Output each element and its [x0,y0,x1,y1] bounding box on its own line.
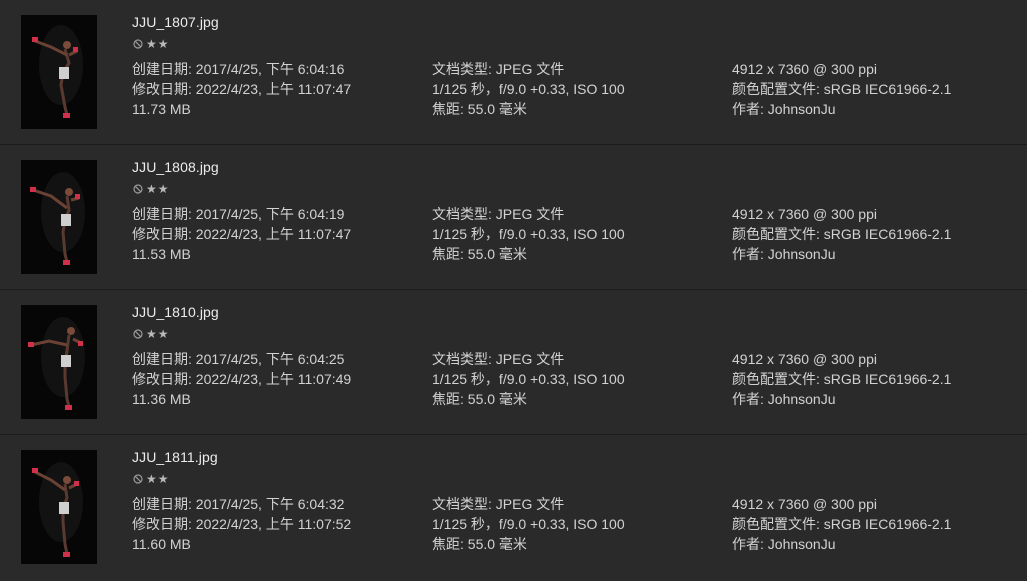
image-info-column: 4912 x 7360 @ 300 ppi 颜色配置文件: sRGB IEC61… [732,204,951,264]
rating[interactable]: ★ ★ [133,472,169,486]
document-type: 文档类型: JPEG 文件 [432,206,565,222]
modified-date: 修改日期: 2022/4/23, 上午 11:07:47 [132,81,352,97]
rating[interactable]: ★ ★ [133,37,169,51]
exposure-info: 1/125 秒，f/9.0 +0.33, ISO 100 [432,371,625,387]
photo-thumbnail-image [21,160,97,274]
color-profile: 颜色配置文件: sRGB IEC61966-2.1 [732,226,952,242]
document-type: 文档类型: JPEG 文件 [432,496,565,512]
dimensions: 4912 x 7360 @ 300 ppi [732,206,877,222]
photo-thumbnail-image [21,15,97,129]
file-info-column: 创建日期: 2017/4/25, 下午 6:04:32 修改日期: 2022/4… [132,494,351,554]
focal-length: 焦距: 55.0 毫米 [432,101,527,117]
star-icon[interactable]: ★ [158,328,169,340]
exif-column: 文档类型: JPEG 文件 1/125 秒，f/9.0 +0.33, ISO 1… [432,59,625,119]
file-row[interactable]: JJU_1808.jpg ★ ★ 创建日期: 2017/4/25, 下午 6:0… [0,145,1027,290]
created-date: 创建日期: 2017/4/25, 下午 6:04:16 [132,61,345,77]
focal-length: 焦距: 55.0 毫米 [432,391,527,407]
dimensions: 4912 x 7360 @ 300 ppi [732,351,877,367]
exif-column: 文档类型: JPEG 文件 1/125 秒，f/9.0 +0.33, ISO 1… [432,349,625,409]
file-info-column: 创建日期: 2017/4/25, 下午 6:04:19 修改日期: 2022/4… [132,204,351,264]
file-name[interactable]: JJU_1810.jpg [132,304,219,320]
file-size: 11.53 MB [132,246,191,262]
exposure-info: 1/125 秒，f/9.0 +0.33, ISO 100 [432,81,625,97]
exposure-info: 1/125 秒，f/9.0 +0.33, ISO 100 [432,516,625,532]
file-list: JJU_1807.jpg ★ ★ 创建日期: 2017/4/25, 下午 6:0… [0,0,1027,581]
file-name[interactable]: JJU_1808.jpg [132,159,219,175]
star-icon[interactable]: ★ [158,473,169,485]
author: 作者: JohnsonJu [732,246,836,262]
file-name[interactable]: JJU_1811.jpg [132,449,218,465]
reject-icon[interactable] [133,184,143,194]
file-info-column: 创建日期: 2017/4/25, 下午 6:04:16 修改日期: 2022/4… [132,59,351,119]
photo-thumbnail[interactable] [21,15,97,129]
color-profile: 颜色配置文件: sRGB IEC61966-2.1 [732,516,952,532]
created-date: 创建日期: 2017/4/25, 下午 6:04:32 [132,496,345,512]
star-icon[interactable]: ★ [146,183,157,195]
star-icon[interactable]: ★ [146,328,157,340]
reject-icon[interactable] [133,39,143,49]
dimensions: 4912 x 7360 @ 300 ppi [732,496,877,512]
color-profile: 颜色配置文件: sRGB IEC61966-2.1 [732,81,952,97]
modified-date: 修改日期: 2022/4/23, 上午 11:07:49 [132,371,352,387]
image-info-column: 4912 x 7360 @ 300 ppi 颜色配置文件: sRGB IEC61… [732,349,951,409]
photo-thumbnail[interactable] [21,450,97,564]
photo-thumbnail-image [21,305,97,419]
file-row[interactable]: JJU_1810.jpg ★ ★ 创建日期: 2017/4/25, 下午 6:0… [0,290,1027,435]
created-date: 创建日期: 2017/4/25, 下午 6:04:19 [132,206,345,222]
document-type: 文档类型: JPEG 文件 [432,351,565,367]
author: 作者: JohnsonJu [732,101,836,117]
focal-length: 焦距: 55.0 毫米 [432,536,527,552]
file-size: 11.60 MB [132,536,191,552]
rating[interactable]: ★ ★ [133,327,169,341]
dimensions: 4912 x 7360 @ 300 ppi [732,61,877,77]
exif-column: 文档类型: JPEG 文件 1/125 秒，f/9.0 +0.33, ISO 1… [432,494,625,554]
reject-icon[interactable] [133,474,143,484]
star-icon[interactable]: ★ [146,473,157,485]
focal-length: 焦距: 55.0 毫米 [432,246,527,262]
star-icon[interactable]: ★ [158,183,169,195]
exif-column: 文档类型: JPEG 文件 1/125 秒，f/9.0 +0.33, ISO 1… [432,204,625,264]
image-info-column: 4912 x 7360 @ 300 ppi 颜色配置文件: sRGB IEC61… [732,59,951,119]
file-row[interactable]: JJU_1807.jpg ★ ★ 创建日期: 2017/4/25, 下午 6:0… [0,0,1027,145]
color-profile: 颜色配置文件: sRGB IEC61966-2.1 [732,371,952,387]
modified-date: 修改日期: 2022/4/23, 上午 11:07:47 [132,226,352,242]
modified-date: 修改日期: 2022/4/23, 上午 11:07:52 [132,516,352,532]
author: 作者: JohnsonJu [732,391,836,407]
rating[interactable]: ★ ★ [133,182,169,196]
author: 作者: JohnsonJu [732,536,836,552]
file-name[interactable]: JJU_1807.jpg [132,14,219,30]
photo-thumbnail[interactable] [21,305,97,419]
star-icon[interactable]: ★ [146,38,157,50]
file-info-column: 创建日期: 2017/4/25, 下午 6:04:25 修改日期: 2022/4… [132,349,351,409]
photo-thumbnail-image [21,450,97,564]
file-size: 11.36 MB [132,391,191,407]
file-size: 11.73 MB [132,101,191,117]
star-icon[interactable]: ★ [158,38,169,50]
created-date: 创建日期: 2017/4/25, 下午 6:04:25 [132,351,345,367]
document-type: 文档类型: JPEG 文件 [432,61,565,77]
reject-icon[interactable] [133,329,143,339]
image-info-column: 4912 x 7360 @ 300 ppi 颜色配置文件: sRGB IEC61… [732,494,951,554]
file-row[interactable]: JJU_1811.jpg ★ ★ 创建日期: 2017/4/25, 下午 6:0… [0,435,1027,580]
photo-thumbnail[interactable] [21,160,97,274]
exposure-info: 1/125 秒，f/9.0 +0.33, ISO 100 [432,226,625,242]
